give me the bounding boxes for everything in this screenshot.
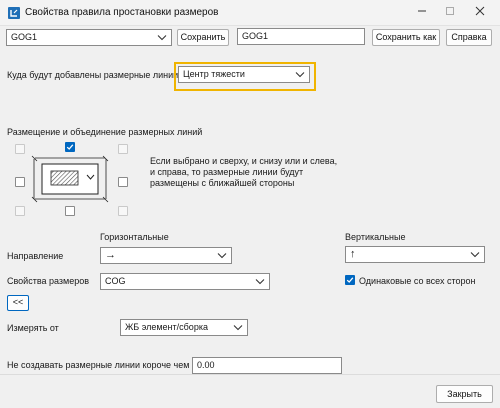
footer-bar [0,374,500,408]
help-button[interactable]: Справка [446,29,492,46]
chevron-down-icon [470,252,480,258]
same-all-sides-label[interactable]: Одинаковые со всех сторон [359,276,475,286]
checkbox-top-right[interactable] [118,144,128,154]
close-icon [475,6,485,16]
measure-from-value: ЖБ элемент/сборка [125,322,208,332]
app-icon [8,7,20,19]
checkmark-icon [346,277,354,283]
vertical-direction-select[interactable]: ↑ [345,246,485,263]
direction-label: Направление [7,251,64,261]
same-all-sides-checkbox[interactable] [345,275,355,285]
measure-from-select[interactable]: ЖБ элемент/сборка [120,319,248,336]
maximize-icon [446,7,454,15]
placement-hint-line-1: Если выбрано и сверху, и снизу или и сле… [150,156,338,166]
chevron-down-icon [295,72,305,78]
horizontal-direction-value: → [105,249,116,261]
checkbox-right[interactable] [118,177,128,187]
placement-hint-line-3: размещены с ближайшей стороны [150,178,295,188]
checkbox-bottom-right[interactable] [118,206,128,216]
min-length-label: Не создавать размерные линии короче чем [7,360,190,370]
window-title: Свойства правила простановки размеров [25,7,219,18]
horizontal-header: Горизонтальные [100,232,169,242]
preset-select[interactable]: GOG1 [6,29,172,46]
checkbox-top[interactable] [65,142,75,152]
dimension-props-select[interactable]: COG [100,273,270,290]
maximize-button[interactable] [436,3,464,23]
dimension-props-label: Свойства размеров [7,276,90,286]
checkbox-left[interactable] [15,177,25,187]
placement-section-label: Размещение и объединение размерных линий [7,127,203,137]
chevron-down-icon [233,325,243,331]
checkbox-bottom[interactable] [65,206,75,216]
preset-select-value: GOG1 [11,32,38,42]
checkmark-icon [66,144,74,150]
placement-hint: Если выбрано и сверху, и снизу или и сле… [150,156,337,189]
checkbox-bottom-left[interactable] [15,206,25,216]
close-window-button[interactable] [466,3,494,23]
measure-from-label: Измерять от [7,323,59,333]
vertical-direction-value: ↑ [350,248,356,260]
vertical-header: Вертикальные [345,232,406,242]
dimension-props-value: COG [105,276,126,286]
minimize-button[interactable] [408,3,436,23]
chevron-down-icon [255,279,265,285]
placement-diagram [31,155,109,203]
chevron-down-icon [157,35,167,41]
chevron-down-icon [217,253,227,259]
collapse-button[interactable]: << [7,295,29,311]
placement-hint-line-2: и справа, то размерные линии будут [150,167,304,177]
target-select-value: Центр тяжести [183,69,245,79]
minimize-icon [418,10,426,12]
min-length-input[interactable]: 0.00 [192,357,342,374]
save-button[interactable]: Сохранить [177,29,229,46]
close-button[interactable]: Закрыть [436,385,493,403]
horizontal-direction-select[interactable]: → [100,247,232,264]
checkbox-top-left[interactable] [15,144,25,154]
preset-name-input[interactable]: GOG1 [237,28,365,45]
target-label: Куда будут добавлены размерные линии [7,70,179,80]
target-select[interactable]: Центр тяжести [178,66,310,83]
save-as-button[interactable]: Сохранить как [372,29,440,46]
